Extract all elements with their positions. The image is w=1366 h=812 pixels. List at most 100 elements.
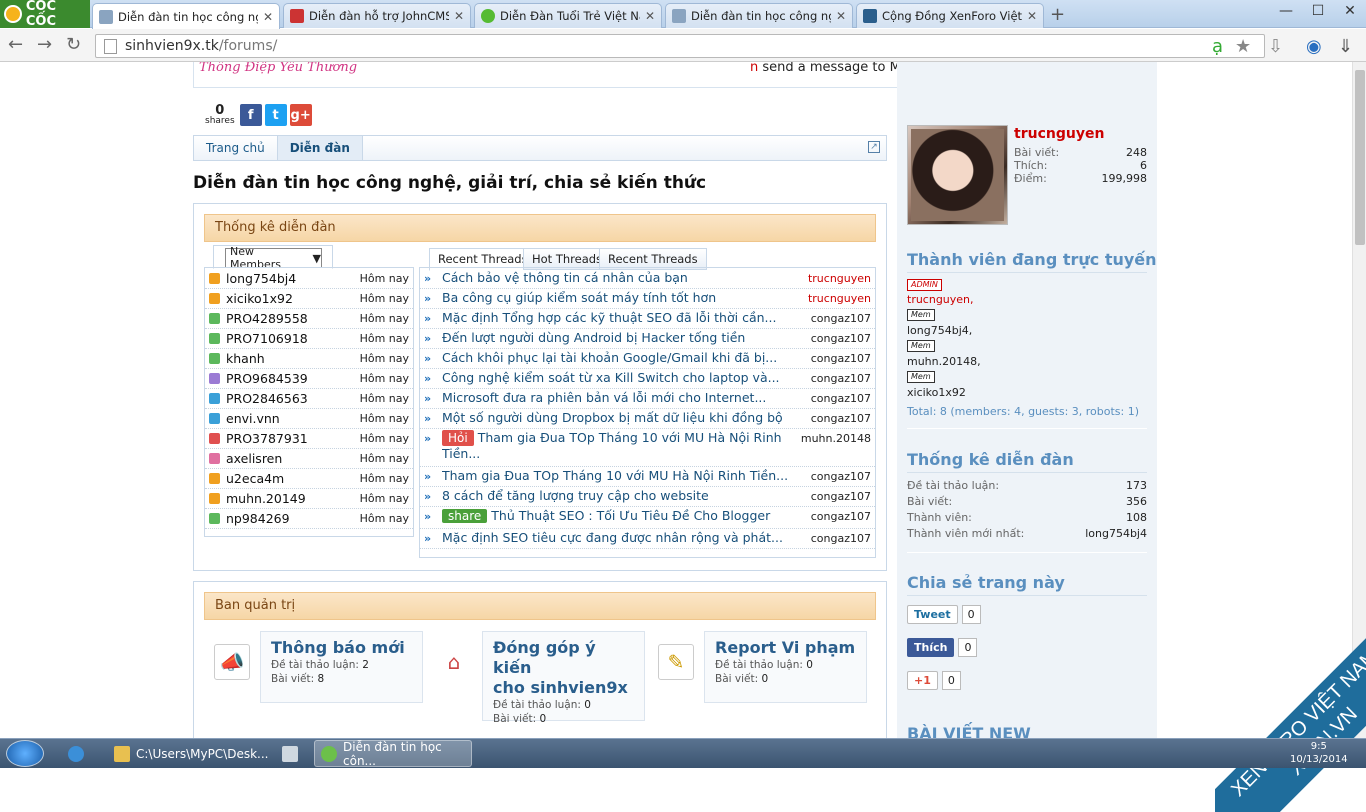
thread-title[interactable]: Ba công cụ giúp kiểm soát máy tính tốt h… [442, 290, 802, 305]
thread-author[interactable]: congaz107 [811, 530, 871, 545]
start-button-icon[interactable] [6, 740, 44, 767]
visitor-username[interactable]: trucnguyen [1014, 126, 1104, 142]
forum-card-report[interactable]: Report Vi phạm Đề tài thảo luận: 0 Bài v… [704, 631, 867, 703]
online-user[interactable]: xiciko1x92 [907, 386, 966, 399]
thread-row[interactable]: » Hỏi Tham gia Đua TOp Tháng 10 với MU Hà … [420, 429, 875, 467]
online-user[interactable]: trucnguyen, [907, 293, 974, 306]
close-tab-icon[interactable]: ✕ [454, 9, 464, 23]
maximize-icon[interactable]: ☐ [1302, 0, 1334, 22]
member-name[interactable]: u2eca4m [226, 471, 360, 486]
thread-title[interactable]: Mặc định Tổng hợp các kỹ thuật SEO đã lỗ… [442, 310, 805, 325]
gplus-share-icon[interactable]: g+ [289, 104, 312, 126]
online-user[interactable]: muhn.20148, [907, 355, 981, 368]
coccoc-dict-icon[interactable]: ạ [1212, 36, 1223, 57]
close-tab-icon[interactable]: ✕ [645, 9, 655, 23]
thread-title[interactable]: share Thủ Thuật SEO : Tối Ưu Tiêu Đề Cho … [442, 508, 805, 523]
member-row[interactable]: axelisren Hôm nay [205, 449, 413, 469]
forum-card-feedback[interactable]: Đóng góp ý kiến cho sinhvien9x Đề tài th… [482, 631, 645, 725]
member-name[interactable]: khanh [226, 351, 360, 366]
thread-title[interactable]: Cách bảo vệ thông tin cá nhân của bạn [442, 270, 802, 285]
breadcrumb-home[interactable]: Trang chủ [194, 136, 278, 160]
tab-5[interactable]: Cộng Đồng XenForo Việt N ✕ [856, 3, 1044, 28]
thread-author[interactable]: congaz107 [811, 370, 871, 385]
thread-prefix[interactable]: Hỏi [442, 430, 474, 446]
thread-title[interactable]: 8 cách để tăng lượng truy cập cho websit… [442, 488, 805, 503]
thread-row[interactable]: » share Thủ Thuật SEO : Tối Ưu Tiêu Đề Cho… [420, 507, 875, 529]
member-name[interactable]: PRO9684539 [226, 371, 360, 386]
taskbar-clock[interactable]: 9:5 10/13/2014 [1290, 740, 1348, 766]
member-row[interactable]: u2eca4m Hôm nay [205, 469, 413, 489]
tab-2[interactable]: Diễn đàn hỗ trợ JohnCMS V ✕ [283, 3, 471, 28]
minimize-icon[interactable]: — [1270, 0, 1302, 22]
close-window-icon[interactable]: ✕ [1334, 0, 1366, 22]
thread-row[interactable]: » Cách bảo vệ thông tin cá nhân của bạn tr… [420, 269, 875, 289]
thread-row[interactable]: » Mặc định Tổng hợp các kỹ thuật SEO đã l… [420, 309, 875, 329]
thread-author[interactable]: congaz107 [811, 310, 871, 325]
thread-row[interactable]: » Một số người dùng Dropbox bị mất dữ liệ… [420, 409, 875, 429]
thread-title[interactable]: Tham gia Đua TOp Tháng 10 với MU Hà Nội … [442, 468, 805, 483]
coccoc-menu-button[interactable]: CỐC CỐC [0, 0, 90, 29]
thread-row[interactable]: » Đến lượt người dùng Android bị Hacker t… [420, 329, 875, 349]
member-name[interactable]: PRO3787931 [226, 431, 360, 446]
online-user[interactable]: long754bj4, [907, 324, 972, 337]
member-row[interactable]: PRO3787931 Hôm nay [205, 429, 413, 449]
scrollbar-thumb[interactable] [1355, 70, 1365, 245]
member-row[interactable]: envi.vnn Hôm nay [205, 409, 413, 429]
member-name[interactable]: xiciko1x92 [226, 291, 360, 306]
thread-author[interactable]: congaz107 [811, 410, 871, 425]
twitter-share-icon[interactable]: t [264, 104, 287, 126]
avatar[interactable] [907, 125, 1008, 225]
thread-row[interactable]: » Ba công cụ giúp kiểm soát máy tính tốt … [420, 289, 875, 309]
member-name[interactable]: PRO4289558 [226, 311, 360, 326]
facebook-like-button[interactable]: Thích [907, 638, 955, 657]
member-list-select[interactable]: New Members ▼ [225, 245, 322, 271]
taskbar-app[interactable] [276, 740, 304, 767]
member-row[interactable]: PRO9684539 Hôm nay [205, 369, 413, 389]
thread-author[interactable]: congaz107 [811, 390, 871, 405]
thread-title[interactable]: Một số người dùng Dropbox bị mất dữ liệu… [442, 410, 805, 425]
close-tab-icon[interactable]: ✕ [263, 10, 273, 24]
gplus-button[interactable]: +1 [907, 671, 938, 690]
member-row[interactable]: np984269 Hôm nay [205, 509, 413, 529]
thread-row[interactable]: » Cách khôi phục lại tài khoản Google/Gma… [420, 349, 875, 369]
close-tab-icon[interactable]: ✕ [1027, 9, 1037, 23]
menu-icon[interactable]: ⇓ [1338, 36, 1353, 57]
online-heading[interactable]: Thành viên đang trực tuyến [907, 250, 1157, 269]
tab-4[interactable]: Diễn đàn tin học công nghệ✕ [665, 3, 853, 28]
thread-row[interactable]: » Mặc định SEO tiêu cực đang được nhân rộ… [420, 529, 875, 549]
thread-author[interactable]: congaz107 [811, 350, 871, 365]
taskbar-browser[interactable]: Diễn đàn tin học côn... [314, 740, 472, 768]
tab-1[interactable]: Diễn đàn tin học công nghệ✕ [92, 3, 280, 29]
thread-author[interactable]: muhn.20148 [801, 430, 871, 445]
thread-author[interactable]: trucnguyen [808, 270, 871, 285]
member-name[interactable]: long754bj4 [226, 271, 360, 286]
ie-icon[interactable] [62, 740, 90, 767]
thread-row[interactable]: » Microsoft đưa ra phiên bản vá lỗi mới c… [420, 389, 875, 409]
member-row[interactable]: PRO4289558 Hôm nay [205, 309, 413, 329]
thread-author[interactable]: congaz107 [811, 468, 871, 483]
tweet-button[interactable]: Tweet [907, 605, 958, 624]
thread-title[interactable]: Mặc định SEO tiêu cực đang được nhân rộn… [442, 530, 805, 545]
facebook-share-icon[interactable]: f [239, 104, 262, 126]
member-name[interactable]: PRO7106918 [226, 331, 360, 346]
download-icon[interactable]: ⇩ [1268, 36, 1283, 57]
thread-title[interactable]: Công nghệ kiểm soát từ xa Kill Switch ch… [442, 370, 805, 385]
breadcrumb-current[interactable]: Diễn đàn [277, 136, 363, 160]
close-tab-icon[interactable]: ✕ [836, 9, 846, 23]
thread-title[interactable]: Hỏi Tham gia Đua TOp Tháng 10 với MU Hà N… [442, 430, 795, 462]
jump-icon[interactable]: ↗ [868, 141, 880, 153]
thread-author[interactable]: trucnguyen [808, 290, 871, 305]
globe-icon[interactable]: ◉ [1306, 36, 1322, 57]
member-row[interactable]: muhn.20149 Hôm nay [205, 489, 413, 509]
tab-3[interactable]: Diễn Đàn Tuổi Trẻ Việt Na ✕ [474, 3, 662, 28]
thread-author[interactable]: congaz107 [811, 508, 871, 523]
member-name[interactable]: axelisren [226, 451, 360, 466]
thread-author[interactable]: congaz107 [811, 330, 871, 345]
member-row[interactable]: xiciko1x92 Hôm nay [205, 289, 413, 309]
member-name[interactable]: PRO2846563 [226, 391, 360, 406]
thread-prefix[interactable]: share [442, 509, 488, 523]
member-row[interactable]: khanh Hôm nay [205, 349, 413, 369]
new-tab-icon[interactable]: + [1050, 4, 1065, 25]
forum-card-announcements[interactable]: Thông báo mới Đề tài thảo luận: 2 Bài vi… [260, 631, 423, 703]
thread-title[interactable]: Đến lượt người dùng Android bị Hacker tố… [442, 330, 805, 345]
